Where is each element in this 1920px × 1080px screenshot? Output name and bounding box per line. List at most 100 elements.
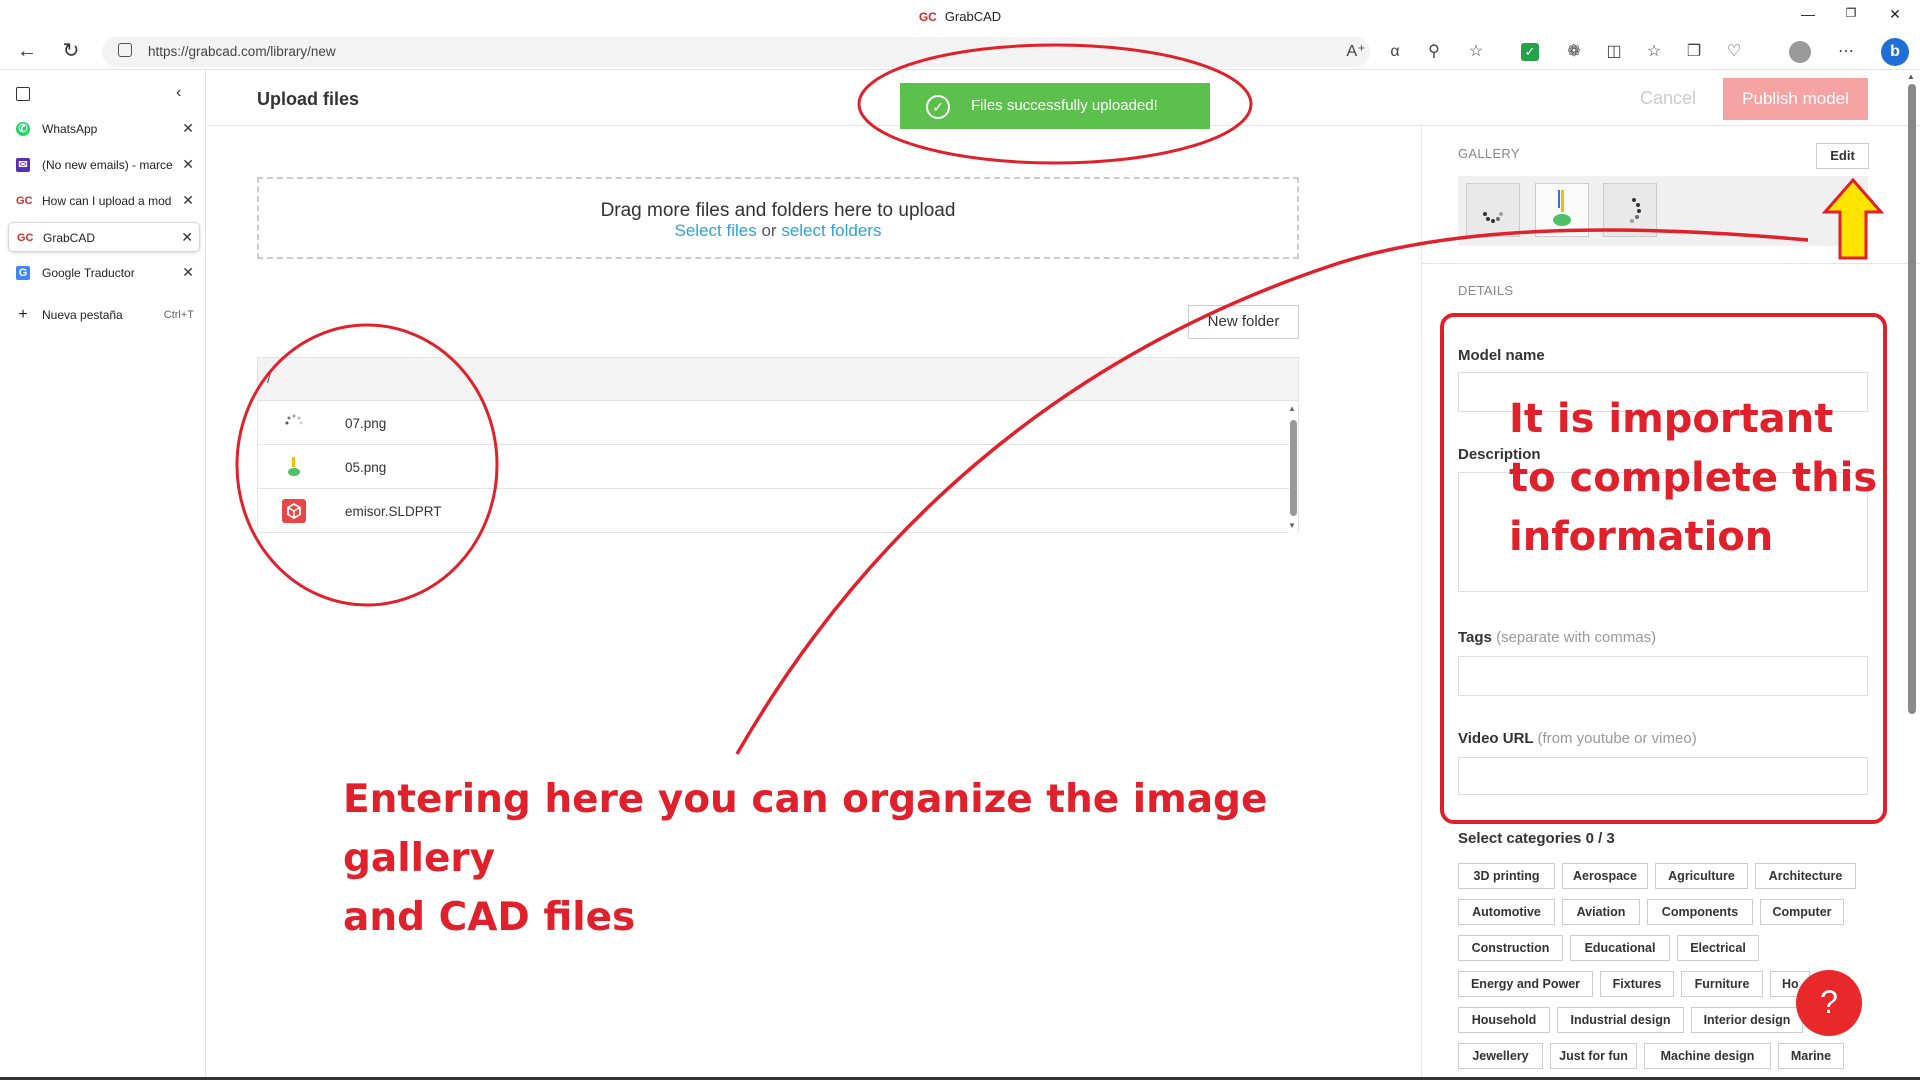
category-chip[interactable]: Household [1458,1007,1550,1033]
tab-whatsapp[interactable]: ✆ WhatsApp ✕ [8,114,200,144]
scrollbar-thumb[interactable] [1290,420,1297,516]
category-chip[interactable]: Machine design [1644,1043,1771,1069]
dropzone-links: Select files or select folders [259,221,1297,241]
tab-label: (No new emails) - marce [42,158,173,172]
minimize-icon[interactable]: — [1796,6,1820,26]
profile-avatar[interactable] [1789,41,1811,63]
category-chip[interactable]: Construction [1458,935,1563,961]
gallery-thumb-image[interactable] [1535,183,1589,237]
tab-upload-help[interactable]: GC How can I upload a mod ✕ [8,186,200,216]
restore-icon[interactable]: ❐ [1839,6,1863,26]
split-screen-icon[interactable]: ◫ [1602,40,1626,64]
category-chip[interactable]: Agriculture [1655,863,1748,889]
browser-essentials-icon[interactable]: ♡ [1722,40,1746,64]
category-chip[interactable]: Electrical [1677,935,1759,961]
annotation-line: It is important [1509,396,1834,442]
upload-dropzone[interactable]: Drag more files and folders here to uplo… [257,177,1299,259]
scroll-down-icon[interactable]: ▼ [1288,521,1296,530]
file-name: 07.png [345,416,387,431]
tags-input[interactable] [1458,656,1868,696]
more-menu-icon[interactable]: ⋯ [1834,40,1858,64]
category-chip[interactable]: Industrial design [1557,1007,1684,1033]
close-tab-icon[interactable]: ✕ [182,156,194,173]
category-chip[interactable]: Computer [1760,899,1844,925]
gallery-thumb-loading[interactable] [1603,183,1657,237]
zoom-icon[interactable]: ⚲ [1422,40,1446,64]
category-chip[interactable]: Energy and Power [1458,971,1593,997]
site-info-icon[interactable] [118,43,132,57]
scroll-up-icon[interactable]: ▲ [1288,404,1296,413]
tags-hint: (separate with commas) [1496,629,1657,646]
page-scroll-up-icon[interactable]: ▲ [1907,72,1915,81]
category-chip[interactable]: Automotive [1458,899,1555,925]
annotation-line: information [1509,514,1774,560]
new-tab-label: Nueva pestaña [42,308,123,322]
success-toast: ✓ Files successfully uploaded! [900,83,1210,129]
category-chip[interactable]: Marine [1778,1043,1844,1069]
path-breadcrumb[interactable]: / [267,370,271,386]
close-tab-icon[interactable]: ✕ [182,264,194,281]
bing-copilot-icon[interactable]: b [1881,38,1909,66]
dropzone-text: Drag more files and folders here to uplo… [600,200,956,221]
category-chip[interactable]: Interior design [1691,1007,1803,1033]
file-name: 05.png [345,460,387,475]
category-chip[interactable]: 3D printing [1458,863,1555,889]
tab-actions-icon[interactable] [16,87,30,101]
favorite-star-icon[interactable]: ☆ [1464,40,1488,64]
extensions-icon[interactable]: ❁ [1562,40,1586,64]
category-chip[interactable]: Aerospace [1562,863,1648,889]
extension-check-icon[interactable]: ✓ [1521,43,1539,61]
help-button[interactable]: ? [1796,970,1862,1036]
category-chip[interactable]: Educational [1570,935,1670,961]
category-chip[interactable]: Furniture [1681,971,1763,997]
tab-label: How can I upload a mod [42,194,172,208]
annotation-details-note: It is important to complete this informa… [1509,390,1909,567]
video-url-input[interactable] [1458,757,1868,795]
close-tab-icon[interactable]: ✕ [182,192,194,209]
publish-model-button[interactable]: Publish model [1723,78,1868,120]
category-chip[interactable]: Architecture [1755,863,1856,889]
file-row[interactable]: emisor.SLDPRT [257,489,1289,533]
new-tab-button[interactable]: + Nueva pestaña Ctrl+T [8,300,200,330]
select-folders-link[interactable]: select folders [781,221,881,240]
collapse-panel-icon[interactable]: ‹ [176,84,181,102]
tags-label: Tags (separate with commas) [1458,629,1656,646]
translate-page-icon[interactable]: α [1383,40,1407,64]
mail-icon: ✉ [16,158,30,172]
file-list-header: / [257,357,1299,401]
category-chip[interactable]: Just for fun [1550,1043,1637,1069]
gallery-thumb-loading[interactable] [1466,183,1520,237]
url-text[interactable]: https://grabcad.com/library/new [148,44,336,59]
close-tab-icon[interactable]: ✕ [181,229,193,246]
close-tab-icon[interactable]: ✕ [182,120,194,137]
annotation-line: Entering here you can organize the image… [343,777,1268,881]
cancel-button[interactable]: Cancel [1640,88,1696,109]
whatsapp-icon: ✆ [16,122,30,136]
check-circle-icon: ✓ [926,95,950,119]
edit-gallery-button[interactable]: Edit [1816,143,1869,169]
favorites-icon[interactable]: ☆ [1642,40,1666,64]
new-folder-button[interactable]: New folder [1188,305,1299,339]
tab-email[interactable]: ✉ (No new emails) - marce ✕ [8,150,200,180]
file-row[interactable]: 05.png [257,445,1289,489]
translate-icon: G [16,266,30,280]
select-files-link[interactable]: Select files [675,221,757,240]
toast-message: Files successfully uploaded! [971,97,1158,114]
category-chip[interactable]: Components [1647,899,1753,925]
tab-google-translate[interactable]: G Google Traductor ✕ [8,258,200,288]
file-row[interactable]: 07.png [257,401,1289,445]
back-icon[interactable]: ← [14,39,40,65]
panel-divider [1421,263,1920,264]
dropzone-or: or [761,221,777,240]
category-chip[interactable]: Jewellery [1458,1043,1543,1069]
refresh-icon[interactable]: ↻ [58,39,84,65]
collections-icon[interactable]: ❐ [1682,40,1706,64]
close-window-icon[interactable]: ✕ [1883,6,1907,26]
image-thumbnail-icon [282,455,306,479]
tab-grabcad[interactable]: GC GrabCAD ✕ [8,222,200,252]
read-aloud-icon[interactable]: A⁺ [1344,40,1368,64]
video-hint: (from youtube or vimeo) [1537,730,1697,747]
page-scrollbar-thumb[interactable] [1908,84,1916,714]
category-chip[interactable]: Aviation [1562,899,1640,925]
category-chip[interactable]: Fixtures [1600,971,1674,997]
